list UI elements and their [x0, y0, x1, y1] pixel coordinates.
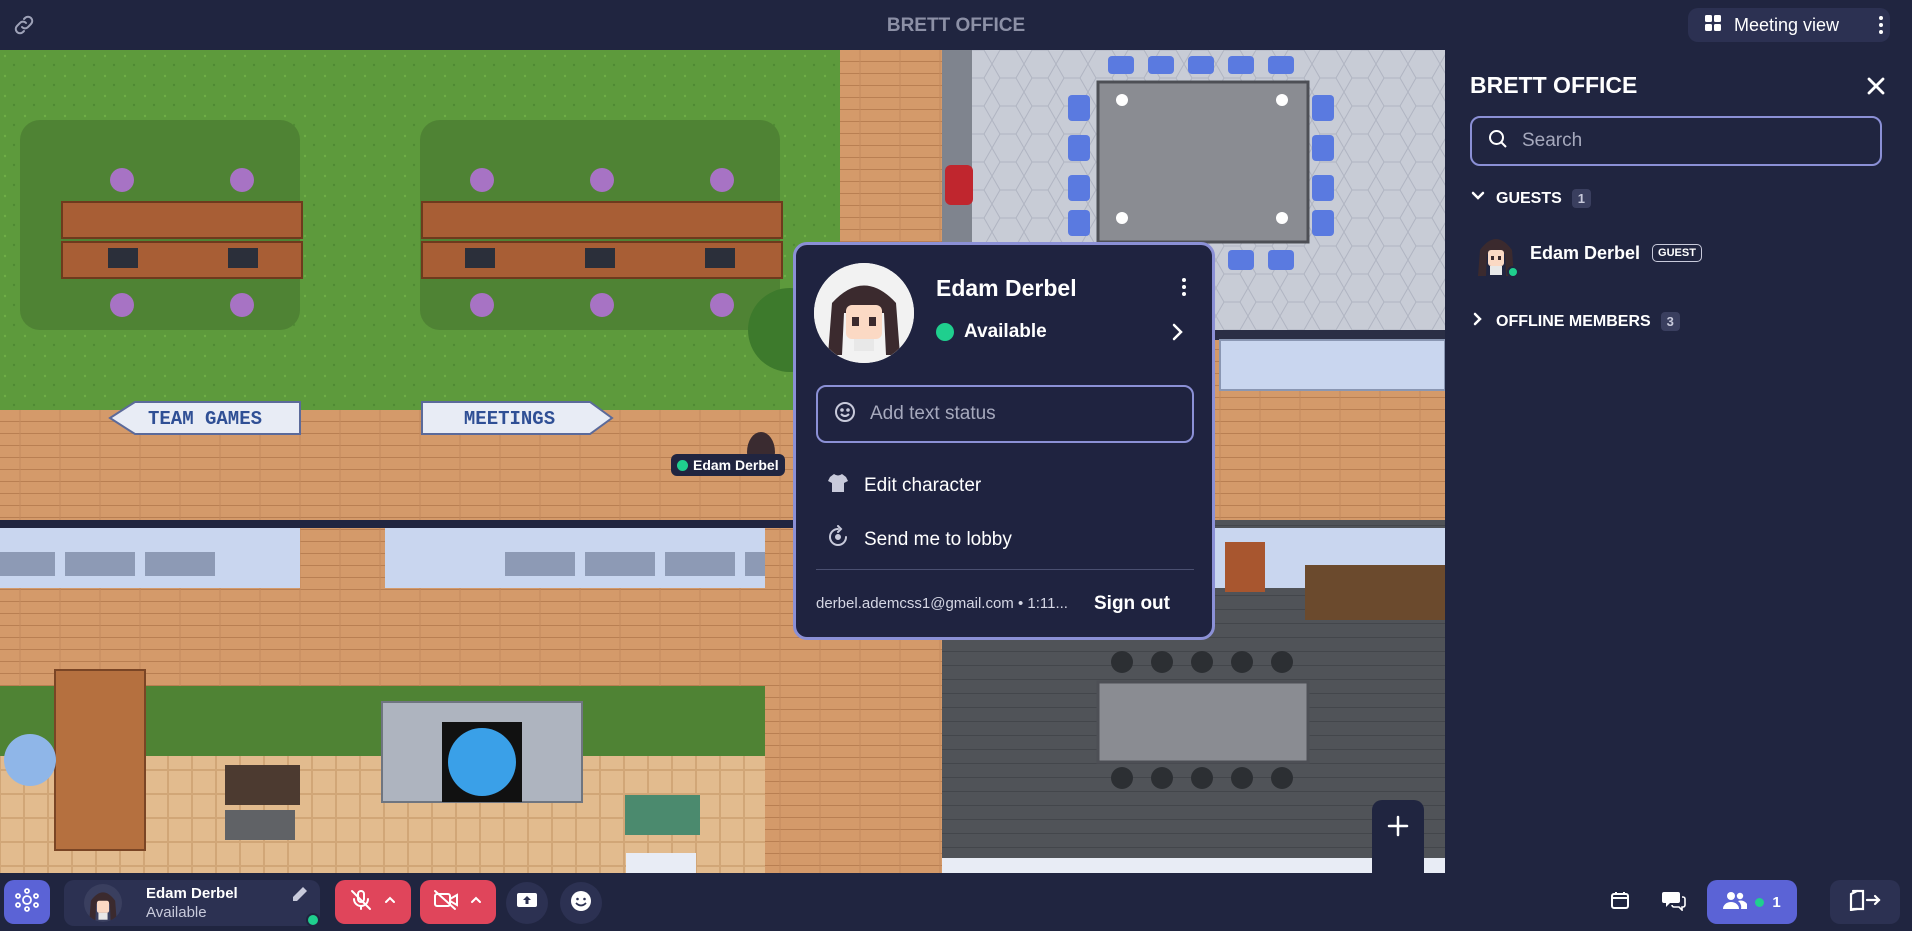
meeting-view-label: Meeting view — [1734, 14, 1840, 35]
guest-badge: GUEST — [1652, 244, 1702, 262]
avatar — [814, 263, 914, 363]
divider — [816, 569, 1194, 570]
popup-name: Edam Derbel — [936, 275, 1077, 301]
camera-toggle[interactable] — [420, 880, 496, 924]
chat-icon — [1662, 889, 1686, 916]
online-indicator — [306, 913, 320, 927]
chevron-up-icon[interactable] — [383, 893, 397, 912]
user-status: Available — [146, 904, 207, 921]
avatar — [1474, 228, 1519, 278]
search-icon — [1488, 129, 1508, 154]
bottom-toolbar: Edam Derbel Available 1 — [0, 873, 1912, 931]
offline-members-toggle[interactable]: OFFLINE MEMBERS 3 — [1470, 311, 1680, 332]
user-name: Edam Derbel — [146, 885, 238, 902]
people-icon — [1723, 890, 1748, 915]
send-to-lobby-item[interactable]: Send me to lobby — [826, 525, 1012, 555]
user-card[interactable]: Edam Derbel Available — [64, 880, 320, 927]
camera-off-icon — [433, 889, 459, 916]
zoom-controls — [1372, 800, 1424, 873]
player-name-label: Edam Derbel — [671, 454, 785, 476]
search-input[interactable] — [1522, 130, 1862, 152]
logo-button[interactable] — [4, 880, 50, 924]
leave-icon — [1847, 889, 1883, 916]
refresh-icon — [826, 525, 850, 555]
members-sidebar: BRETT OFFICE GUESTS 1 Edam Derbel GUEST — [1448, 50, 1912, 873]
sign-meetings: MEETINGS — [463, 408, 556, 430]
offline-count: 3 — [1660, 312, 1680, 331]
edit-character-label: Edit character — [864, 475, 982, 496]
chevron-up-icon[interactable] — [469, 893, 483, 912]
edit-character-item[interactable]: Edit character — [826, 471, 981, 501]
sign-out-button[interactable]: Sign out — [1094, 593, 1170, 615]
smiley-icon — [834, 401, 856, 428]
participants-button[interactable]: 1 — [1707, 880, 1797, 924]
status-label: Available — [964, 321, 1047, 342]
screen-share-icon — [516, 891, 538, 916]
game-map[interactable]: TEAM GAMES MEETINGS Edam Derbel — [0, 50, 1445, 873]
mic-toggle[interactable] — [335, 880, 411, 924]
avatar — [84, 884, 122, 922]
online-indicator — [1755, 897, 1765, 907]
leave-button[interactable] — [1830, 880, 1900, 924]
logo-icon — [14, 887, 40, 918]
pencil-icon[interactable] — [292, 886, 308, 907]
online-indicator — [677, 459, 688, 471]
shirt-icon — [826, 471, 850, 501]
member-name: Edam Derbel — [1530, 242, 1641, 263]
status-dot — [936, 323, 954, 341]
chevron-right-icon[interactable] — [1166, 321, 1188, 343]
send-to-lobby-label: Send me to lobby — [864, 529, 1012, 550]
mic-off-icon — [349, 888, 373, 917]
status-selector[interactable]: Available — [936, 321, 1047, 343]
top-bar: BRETT OFFICE Meeting view — [0, 0, 1912, 50]
emoji-icon — [570, 890, 592, 917]
screen-share-button[interactable] — [506, 882, 548, 924]
calendar-button[interactable] — [1600, 880, 1640, 924]
guests-label: GUESTS — [1496, 189, 1562, 207]
emoji-button[interactable] — [560, 882, 602, 924]
offline-members-label: OFFLINE MEMBERS — [1496, 312, 1651, 330]
account-email: derbel.ademcss1@gmail.com • 1:11... — [816, 595, 1068, 612]
online-indicator — [1507, 266, 1519, 278]
sidebar-title: BRETT OFFICE — [1470, 72, 1638, 98]
player-name: Edam Derbel — [693, 457, 779, 473]
sign-team-games: TEAM GAMES — [147, 408, 263, 430]
text-status-input[interactable] — [870, 403, 1170, 425]
close-icon[interactable] — [1862, 72, 1890, 100]
space-title: BRETT OFFICE — [886, 15, 1026, 36]
chat-button[interactable] — [1654, 880, 1694, 924]
participants-count: 1 — [1772, 893, 1781, 911]
grid-icon — [1704, 14, 1722, 37]
text-status-field[interactable] — [816, 385, 1194, 443]
search-field[interactable] — [1470, 116, 1882, 166]
calendar-icon — [1610, 890, 1630, 915]
chevron-down-icon — [1470, 188, 1486, 209]
kebab-icon[interactable] — [1866, 10, 1896, 40]
member-row[interactable]: Edam Derbel GUEST — [1474, 228, 1702, 278]
zoom-in-button[interactable] — [1372, 800, 1424, 852]
guests-count: 1 — [1571, 189, 1592, 208]
profile-popup: Edam Derbel Available Edit character Sen… — [793, 242, 1215, 640]
kebab-icon[interactable] — [1172, 275, 1196, 299]
chevron-right-icon — [1470, 311, 1486, 332]
meeting-view-button[interactable]: Meeting view — [1688, 8, 1890, 42]
zoom-out-button[interactable] — [1372, 852, 1424, 873]
guests-section-toggle[interactable]: GUESTS 1 — [1470, 188, 1592, 209]
